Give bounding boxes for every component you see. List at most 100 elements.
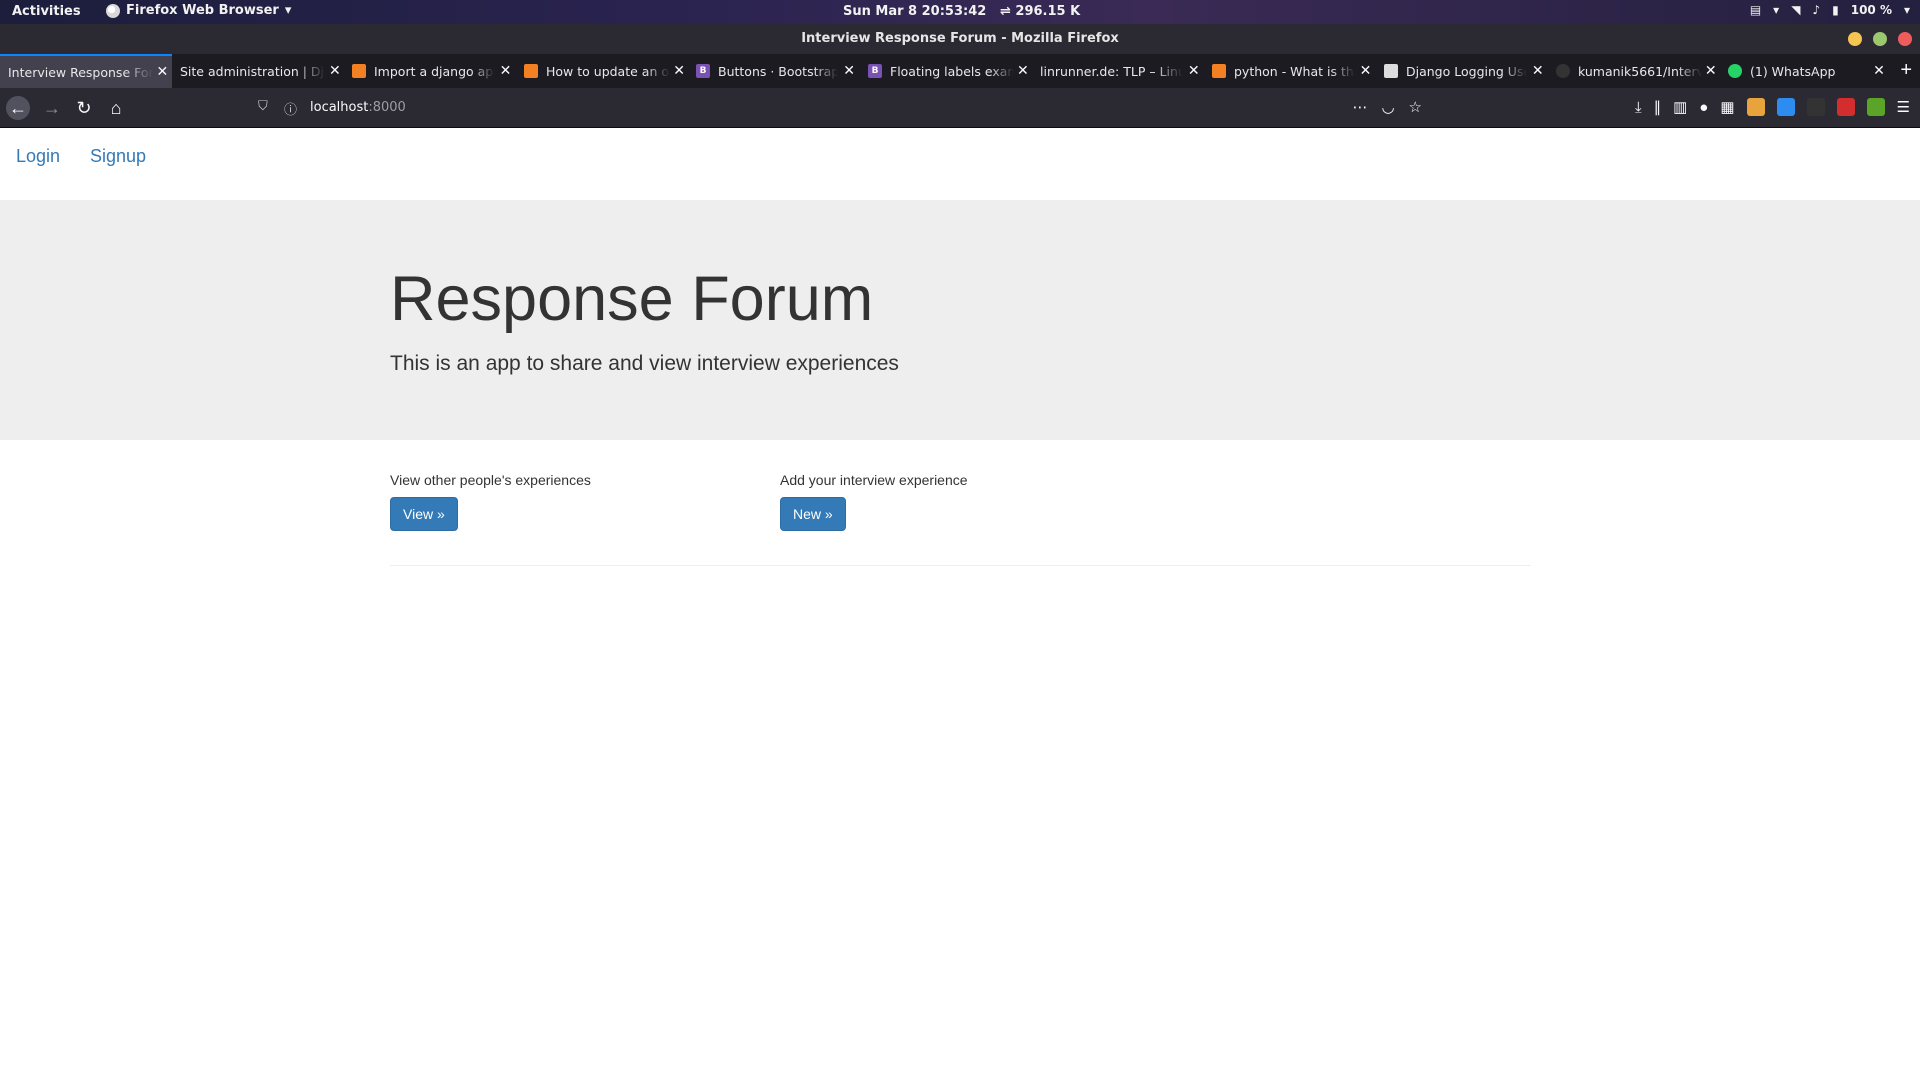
- login-link[interactable]: Login: [16, 146, 60, 167]
- new-button[interactable]: New »: [780, 497, 846, 531]
- close-icon[interactable]: ✕: [153, 64, 172, 80]
- tab-buttons-bootstrap[interactable]: B Buttons · Bootstrap ✕: [688, 54, 860, 88]
- url-host: localhost: [310, 100, 369, 115]
- url-port: :8000: [368, 100, 406, 115]
- new-tab-button[interactable]: +: [1900, 59, 1912, 82]
- close-icon[interactable]: ✕: [495, 63, 516, 79]
- bookmark-star-icon[interactable]: ☆: [1409, 98, 1422, 116]
- system-tray[interactable]: ▤ ▾ ◥ ♪ ▮ 100 % ▾: [1750, 3, 1910, 17]
- volume-icon: ♪: [1812, 3, 1821, 17]
- tab-linrunner-tlp[interactable]: linrunner.de: TLP – Linux ✕: [1032, 54, 1204, 88]
- extension-badge-icon[interactable]: [1776, 98, 1795, 116]
- forward-button[interactable]: →: [40, 96, 64, 120]
- view-button[interactable]: View »: [390, 497, 458, 531]
- whatsapp-icon: [1728, 64, 1742, 78]
- window-title-bar: Interview Response Forum - Mozilla Firef…: [0, 24, 1920, 54]
- extension-grid-icon[interactable]: ▦: [1720, 98, 1734, 116]
- tab-label: kumanik5661/Interview: [1578, 63, 1702, 79]
- signup-link[interactable]: Signup: [90, 146, 146, 167]
- tab-interview-response-forum[interactable]: Interview Response Forum ✕: [0, 54, 172, 88]
- tab-label: Import a django app: [374, 63, 496, 79]
- stackoverflow-icon: [524, 64, 538, 78]
- tab-label: Interview Response Forum: [8, 64, 153, 80]
- tab-import-django-app[interactable]: Import a django app ✕: [344, 54, 516, 88]
- tab-label: Site administration | Django: [180, 63, 326, 79]
- page-icon: [1384, 64, 1398, 78]
- battery-icon: ▮: [1832, 3, 1839, 17]
- extension-red-icon[interactable]: [1836, 98, 1855, 116]
- tab-github-kumanik[interactable]: kumanik5661/Interview ✕: [1548, 54, 1720, 88]
- downloads-icon[interactable]: ⤓: [1635, 99, 1642, 116]
- view-experiences-text: View other people's experiences: [390, 472, 591, 488]
- site-navbar: Login Signup: [0, 128, 1920, 200]
- close-icon[interactable]: ✕: [1014, 63, 1032, 79]
- reload-button[interactable]: ↻: [72, 96, 96, 120]
- library-icon[interactable]: ∥: [1654, 98, 1662, 116]
- bootstrap-icon: B: [696, 64, 710, 78]
- tab-label: python - What is the: [1234, 63, 1356, 79]
- tab-label: How to update an object: [546, 63, 670, 79]
- app-menu-label: Firefox Web Browser: [126, 3, 279, 18]
- tab-strip: Interview Response Forum ✕ Site administ…: [0, 54, 1920, 88]
- tab-python-what-is[interactable]: python - What is the ✕: [1204, 54, 1376, 88]
- tab-label: Buttons · Bootstrap: [718, 63, 839, 79]
- page-subtitle: This is an app to share and view intervi…: [390, 352, 899, 375]
- url-text[interactable]: localhost:8000: [310, 100, 406, 115]
- chevron-down-icon: ▾: [1773, 3, 1780, 17]
- page-title: Response Forum: [390, 264, 874, 334]
- home-button[interactable]: ⌂: [104, 96, 128, 120]
- tab-whatsapp[interactable]: (1) WhatsApp ✕: [1720, 54, 1890, 88]
- tab-how-to-update[interactable]: How to update an object ✕: [516, 54, 688, 88]
- window-title: Interview Response Forum - Mozilla Firef…: [801, 31, 1119, 46]
- menu-hamburger-icon[interactable]: ☰: [1897, 98, 1910, 116]
- tab-label: (1) WhatsApp: [1750, 63, 1836, 79]
- site-info-icon[interactable]: ⓘ: [284, 99, 297, 118]
- pocket-icon[interactable]: ◡: [1381, 98, 1394, 116]
- extension-dark-icon[interactable]: [1806, 98, 1825, 116]
- tab-site-administration[interactable]: Site administration | Django ✕: [172, 54, 344, 88]
- web-page: Login Signup Response Forum This is an a…: [0, 128, 1920, 1080]
- clock[interactable]: Sun Mar 8 20:53:42: [843, 4, 986, 19]
- page-actions-menu-icon[interactable]: ⋯: [1352, 98, 1367, 116]
- close-icon[interactable]: ✕: [1868, 63, 1890, 79]
- net-speed-value: 296.15 K: [1015, 4, 1081, 19]
- stackoverflow-icon: [352, 64, 366, 78]
- add-experience-text: Add your interview experience: [780, 472, 968, 488]
- chevron-down-icon: ▾: [1903, 3, 1910, 17]
- download-manager-extension-icon[interactable]: [1866, 98, 1885, 116]
- close-icon[interactable]: ✕: [838, 63, 860, 79]
- close-icon[interactable]: ✕: [1183, 63, 1204, 79]
- minimize-button[interactable]: [1848, 32, 1862, 46]
- back-button[interactable]: ←: [6, 96, 30, 120]
- tab-label: Django Logging User: [1406, 63, 1528, 79]
- close-icon[interactable]: ✕: [1355, 63, 1376, 79]
- tab-django-logging[interactable]: Django Logging User ✕: [1376, 54, 1548, 88]
- extension-icon[interactable]: [1746, 98, 1765, 116]
- maximize-button[interactable]: [1873, 32, 1887, 46]
- toolbar-right: ⤓ ∥ ▥ ● ▦ ☰: [1635, 98, 1910, 116]
- tracking-protection-shield-icon[interactable]: ⛉: [258, 99, 268, 114]
- chevron-down-icon: ▾: [284, 3, 292, 18]
- url-bar[interactable]: ⛉ ⓘ localhost:8000 ⋯ ◡ ☆: [250, 93, 1430, 123]
- window-controls: [1848, 32, 1912, 46]
- activities-button[interactable]: Activities: [12, 4, 81, 19]
- system-top-bar: Activities Firefox Web Browser ▾ Sun Mar…: [0, 0, 1920, 24]
- close-icon[interactable]: ✕: [670, 63, 688, 79]
- sidebar-icon[interactable]: ▥: [1673, 98, 1687, 116]
- divider: [390, 565, 1531, 566]
- account-icon[interactable]: ●: [1699, 99, 1708, 116]
- view-experiences-column: View other people's experiences View »: [390, 472, 591, 531]
- page-actions: ⋯ ◡ ☆: [1352, 98, 1422, 116]
- clipboard-icon[interactable]: ▤: [1750, 3, 1761, 17]
- close-icon[interactable]: ✕: [1702, 63, 1720, 79]
- app-menu[interactable]: Firefox Web Browser ▾: [106, 3, 291, 18]
- tab-floating-labels[interactable]: B Floating labels example ✕: [860, 54, 1032, 88]
- close-icon[interactable]: ✕: [1527, 63, 1548, 79]
- net-speed-indicator: ⇌ 296.15 K: [1000, 4, 1081, 19]
- close-icon[interactable]: ✕: [326, 63, 344, 79]
- navigation-toolbar: ← → ↻ ⌂ ⛉ ⓘ localhost:8000 ⋯ ◡ ☆ ⤓ ∥ ▥ ●…: [0, 88, 1920, 128]
- tab-label: Floating labels example: [890, 63, 1014, 79]
- battery-percent: 100 %: [1850, 3, 1892, 17]
- close-window-button[interactable]: [1898, 32, 1912, 46]
- wifi-icon: ◥: [1791, 3, 1801, 17]
